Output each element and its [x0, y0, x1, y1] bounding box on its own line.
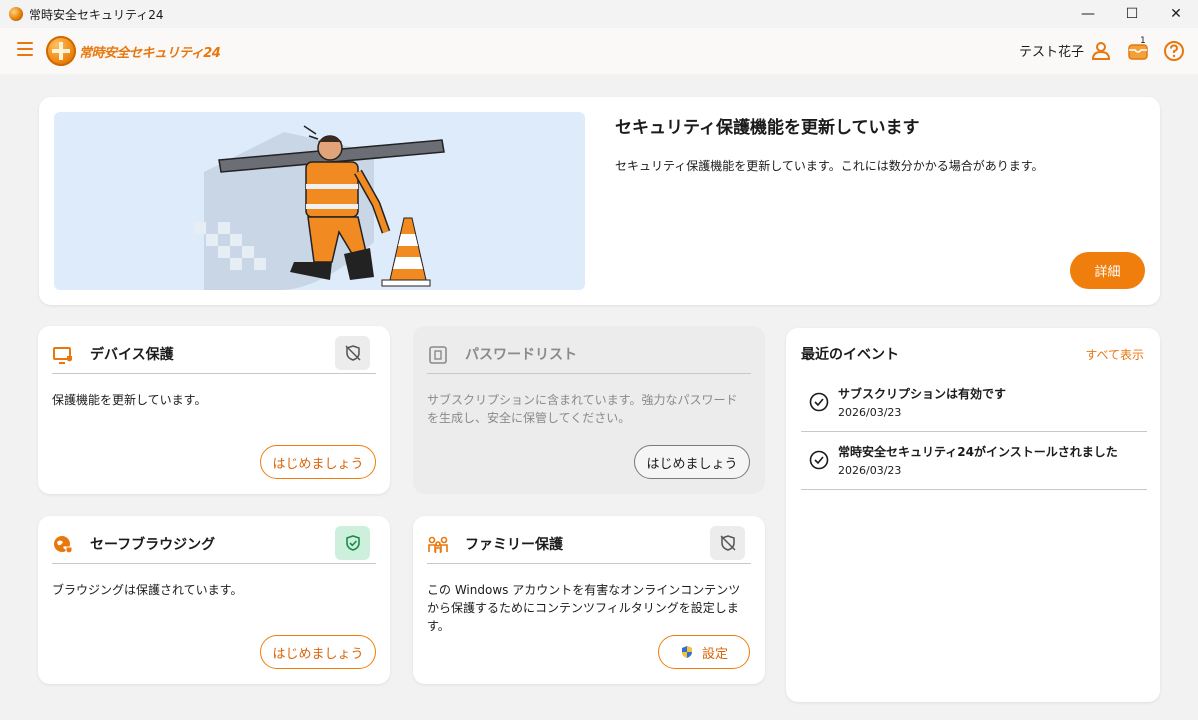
recent-events-panel: 最近のイベント すべて表示 サブスクリプションは有効です 2026/03/23 …: [786, 328, 1160, 702]
password-box-icon: [429, 346, 447, 364]
divider: [427, 563, 751, 564]
password-list-card: パスワードリスト サブスクリプションに含まれています。強力なパスワードを生成し、…: [413, 326, 765, 494]
family-icon: [428, 536, 448, 553]
shield-off-icon: [719, 535, 736, 551]
window-title: 常時安全セキュリティ24: [29, 7, 164, 22]
family-protection-card: ファミリー保護 この Windows アカウントを有害なオンラインコンテンツから…: [413, 516, 765, 684]
maximize-button[interactable]: ☐: [1110, 0, 1154, 28]
worker-illustration: [54, 112, 585, 290]
globe-shield-icon: [54, 536, 73, 554]
event-item[interactable]: 常時安全セキュリティ24がインストールされました 2026/03/23: [801, 432, 1147, 490]
show-all-link[interactable]: すべて表示: [1085, 346, 1144, 363]
family-status-indicator: [710, 526, 745, 560]
shield-check-icon: [345, 535, 360, 551]
app-logo: 常時安全セキュリティ24: [46, 36, 221, 66]
title-bar: 常時安全セキュリティ24 — ☐ ✕: [0, 0, 1198, 28]
minimize-button[interactable]: —: [1066, 0, 1110, 28]
device-start-button[interactable]: はじめましょう: [260, 445, 376, 479]
update-status-card: セキュリティ保護機能を更新しています セキュリティ保護機能を更新しています。これ…: [39, 97, 1160, 305]
event-date: 2026/03/23: [838, 464, 902, 477]
check-circle-icon: [809, 450, 829, 470]
password-list-text: サブスクリプションに含まれています。強力なパスワードを生成し、安全に保管してくだ…: [427, 393, 738, 425]
uac-shield-icon: [681, 646, 692, 658]
check-circle-icon: [809, 392, 829, 412]
monitor-shield-icon: [53, 347, 72, 364]
password-start-button[interactable]: はじめましょう: [634, 445, 750, 479]
details-button[interactable]: 詳細: [1070, 252, 1145, 289]
hero-description: セキュリティ保護機能を更新しています。これには数分かかる場合があります。: [615, 159, 1044, 173]
safe-browsing-title: セーフブラウジング: [90, 537, 216, 553]
user-icon[interactable]: [1090, 40, 1112, 62]
family-settings-label: 設定: [701, 646, 728, 662]
device-protection-card: デバイス保護 保護機能を更新しています。 はじめましょう: [38, 326, 390, 494]
notification-badge: 1: [1140, 36, 1146, 46]
family-protection-title: ファミリー保護: [465, 537, 563, 553]
event-title: 常時安全セキュリティ24がインストールされました: [838, 445, 1118, 459]
family-protection-text: この Windows アカウントを有害なオンラインコンテンツから保護するためにコ…: [427, 583, 741, 633]
user-name[interactable]: テスト花子: [1019, 41, 1084, 60]
divider: [427, 373, 751, 374]
browsing-start-button[interactable]: はじめましょう: [260, 635, 376, 669]
browsing-status-indicator: [335, 526, 370, 560]
help-icon[interactable]: [1163, 40, 1185, 62]
menu-icon[interactable]: [17, 42, 33, 56]
family-settings-button[interactable]: 設定: [658, 635, 750, 669]
device-protection-text: 保護機能を更新しています。: [52, 393, 207, 407]
event-date: 2026/03/23: [838, 406, 902, 419]
divider: [52, 563, 376, 564]
hero-title: セキュリティ保護機能を更新しています: [615, 118, 920, 138]
event-title: サブスクリプションは有効です: [838, 387, 1007, 401]
device-status-indicator: [335, 336, 370, 370]
event-item[interactable]: サブスクリプションは有効です 2026/03/23: [801, 374, 1147, 432]
divider: [52, 373, 376, 374]
app-icon: [9, 7, 23, 21]
shield-off-icon: [344, 345, 361, 361]
window-controls: — ☐ ✕: [1066, 0, 1198, 28]
logo-cross-icon: [46, 36, 76, 66]
device-protection-title: デバイス保護: [90, 347, 174, 363]
logo-text: 常時安全セキュリティ24: [79, 45, 221, 61]
close-button[interactable]: ✕: [1154, 0, 1198, 28]
recent-events-title: 最近のイベント: [801, 347, 899, 363]
safe-browsing-text: ブラウジングは保護されています。: [52, 583, 243, 597]
password-list-title: パスワードリスト: [465, 347, 577, 363]
safe-browsing-card: セーフブラウジング ブラウジングは保護されています。 はじめましょう: [38, 516, 390, 684]
app-header: 常時安全セキュリティ24 テスト花子 1: [0, 28, 1198, 74]
